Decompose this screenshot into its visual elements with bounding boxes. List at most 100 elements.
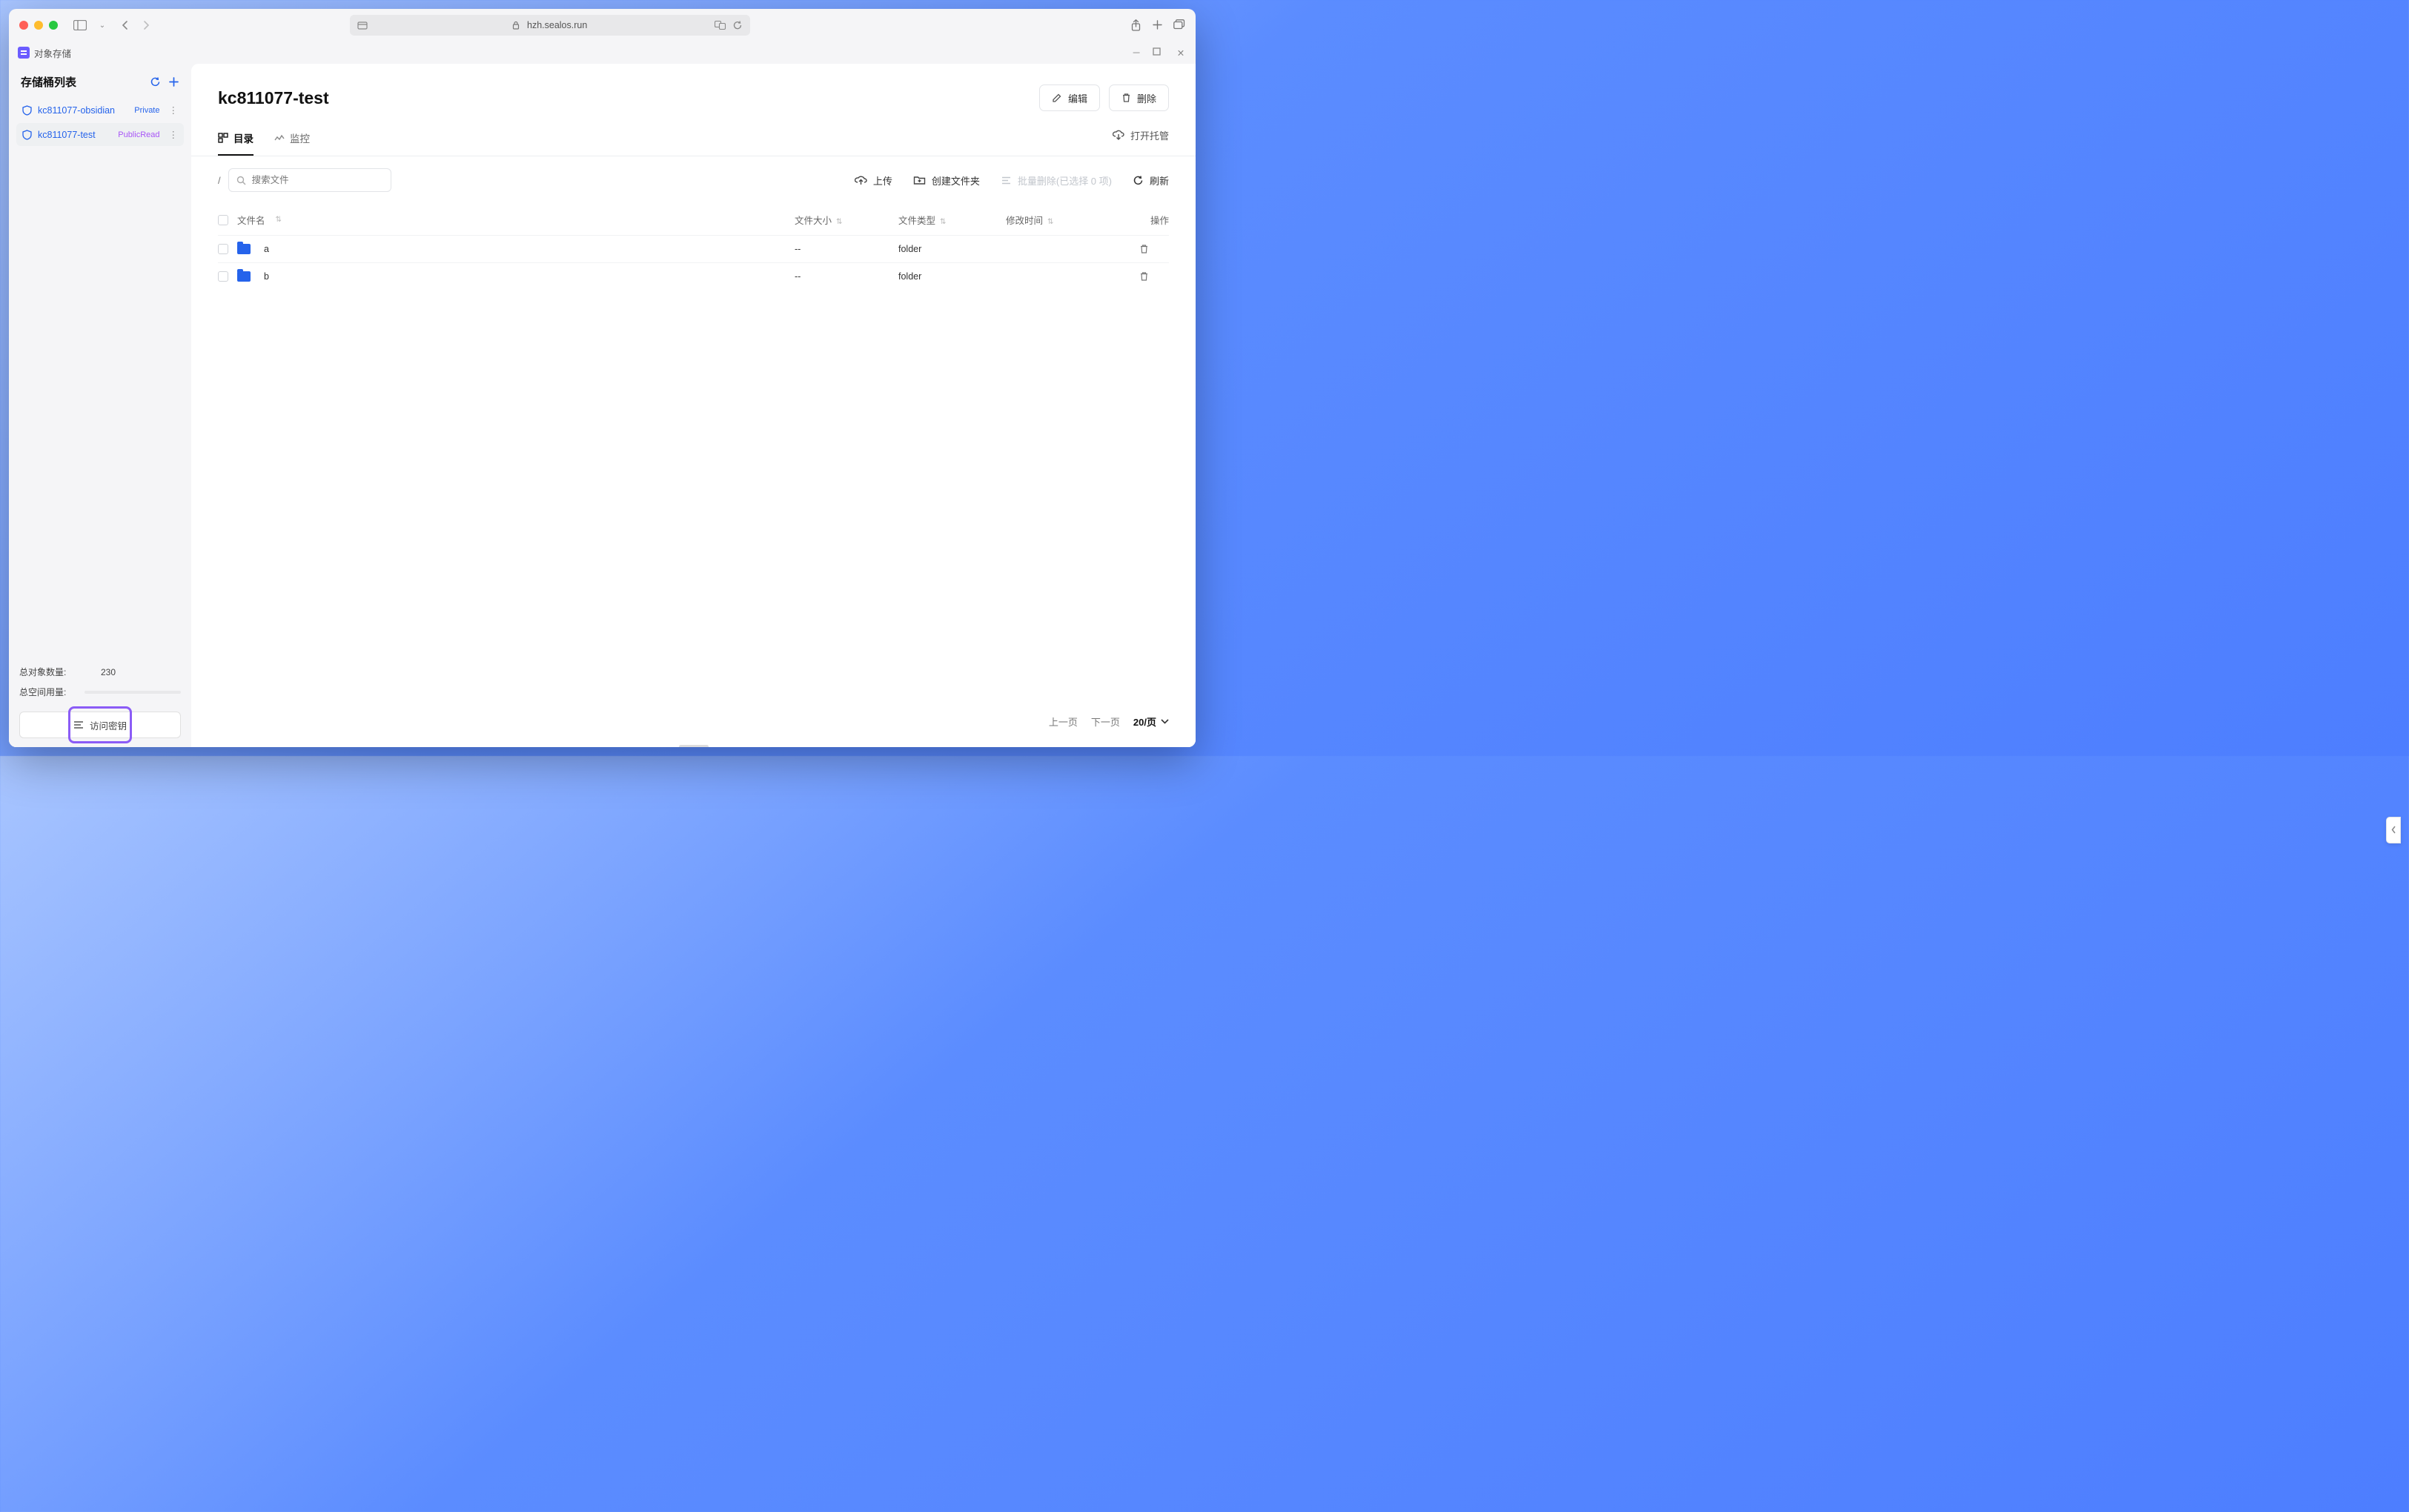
chevron-down-icon (1161, 719, 1169, 724)
bucket-item-obsidian[interactable]: kc811077-obsidian Private ⋮ (16, 99, 184, 122)
site-settings-icon[interactable] (357, 20, 368, 30)
bucket-item-test[interactable]: kc811077-test PublicRead ⋮ (16, 123, 184, 146)
app-minimize-icon[interactable]: ─ (1130, 47, 1142, 59)
delete-row-icon[interactable] (1139, 244, 1169, 254)
app-title: 对象存储 (34, 46, 71, 60)
select-all-checkbox[interactable] (218, 215, 228, 225)
app-frame: 对象存储 ─ ✕ 存储桶列表 (9, 42, 1196, 747)
col-type-header[interactable]: 文件类型 (898, 216, 935, 226)
table-header: 文件名 ⇅ 文件大小 ⇅ 文件类型 ⇅ 修改时间 ⇅ 操作 (218, 204, 1169, 235)
nav-forward-icon[interactable] (138, 16, 156, 34)
tab-overview-icon[interactable] (1173, 19, 1185, 32)
row-checkbox[interactable] (218, 271, 228, 282)
delete-row-icon[interactable] (1139, 271, 1169, 282)
shield-icon (22, 130, 32, 140)
prev-page-button[interactable]: 上一页 (1049, 714, 1078, 729)
next-page-button[interactable]: 下一页 (1091, 714, 1120, 729)
hosting-icon (1113, 130, 1124, 140)
window-zoom-icon[interactable] (49, 21, 58, 30)
file-type: folder (898, 271, 1006, 282)
traffic-lights (19, 21, 58, 30)
file-size: -- (795, 244, 898, 254)
add-bucket-icon[interactable] (168, 76, 179, 87)
edit-button[interactable]: 编辑 (1039, 84, 1100, 111)
app-maximize-icon[interactable] (1153, 47, 1164, 59)
app-titlebar: 对象存储 ─ ✕ (9, 42, 1196, 64)
search-input[interactable] (252, 175, 383, 185)
space-bar (85, 691, 181, 694)
new-tab-icon[interactable] (1152, 19, 1163, 32)
window-minimize-icon[interactable] (34, 21, 43, 30)
batch-delete-button: 批量删除(已选择 0 项) (1001, 173, 1112, 188)
access-key-button[interactable]: 访问密钥 (19, 712, 181, 738)
main-panel: kc811077-test 编辑 删除 (191, 64, 1196, 747)
sort-icon[interactable]: ⇅ (276, 216, 282, 224)
nav-back-icon[interactable] (116, 16, 133, 34)
page-title: kc811077-test (218, 88, 329, 108)
drag-handle-icon[interactable] (679, 745, 709, 747)
sidebar-title: 存储桶列表 (21, 74, 76, 90)
page-size-select[interactable]: 20/页 (1133, 714, 1169, 729)
row-checkbox[interactable] (218, 244, 228, 254)
browser-window: ⌄ hzh.sealos.run (9, 9, 1196, 747)
col-name-header[interactable]: 文件名 (237, 213, 265, 227)
sidebar: 存储桶列表 kc811077 (9, 64, 191, 747)
app-close-icon[interactable]: ✕ (1175, 47, 1187, 59)
window-close-icon[interactable] (19, 21, 28, 30)
upload-button[interactable]: 上传 (855, 173, 892, 188)
translate-icon[interactable] (715, 20, 726, 30)
share-icon[interactable] (1130, 19, 1141, 32)
trash-icon (1121, 93, 1131, 103)
table-row[interactable]: b -- folder (218, 262, 1169, 290)
file-table: 文件名 ⇅ 文件大小 ⇅ 文件类型 ⇅ 修改时间 ⇅ 操作 a -- folder (191, 204, 1196, 290)
create-folder-button[interactable]: 创建文件夹 (913, 173, 980, 188)
stat-objects-value: 230 (101, 667, 116, 677)
open-hosting-button[interactable]: 打开托管 (1113, 128, 1169, 151)
sort-icon[interactable]: ⇅ (836, 218, 842, 226)
sidebar-toggle-icon[interactable] (71, 16, 89, 34)
access-key-label: 访问密钥 (90, 718, 127, 732)
tab-directory[interactable]: 目录 (218, 123, 254, 156)
refresh-buckets-icon[interactable] (150, 76, 161, 87)
batch-icon (1001, 176, 1012, 185)
list-icon (73, 720, 84, 729)
col-mtime-header[interactable]: 修改时间 (1006, 216, 1043, 226)
sidebar-footer: 总对象数量: 230 总空间用量: 访问密钥 (16, 666, 184, 738)
browser-nav: ⌄ (71, 16, 156, 34)
more-icon[interactable]: ⋮ (169, 105, 179, 116)
folder-plus-icon (913, 175, 926, 185)
bucket-name: kc811077-obsidian (38, 105, 131, 116)
col-size-header[interactable]: 文件大小 (795, 216, 832, 226)
stat-objects-label: 总对象数量: (19, 666, 79, 678)
chevron-down-icon[interactable]: ⌄ (93, 16, 111, 34)
bucket-name: kc811077-test (38, 130, 115, 140)
pagination: 上一页 下一页 20/页 (191, 701, 1196, 745)
access-badge: Private (131, 105, 162, 116)
browser-right-actions (1130, 19, 1185, 32)
refresh-icon (1133, 175, 1144, 186)
folder-icon (237, 244, 251, 254)
bucket-list: kc811077-obsidian Private ⋮ kc811077-tes… (16, 99, 184, 146)
search-box[interactable] (228, 168, 391, 192)
access-badge: PublicRead (115, 130, 162, 140)
file-name: b (264, 271, 269, 282)
breadcrumb[interactable]: / (218, 175, 221, 186)
app-icon (18, 47, 30, 59)
reload-icon[interactable] (732, 20, 743, 30)
file-type: folder (898, 244, 1006, 254)
more-icon[interactable]: ⋮ (169, 129, 179, 140)
browser-toolbar: ⌄ hzh.sealos.run (9, 9, 1196, 42)
directory-icon (218, 133, 228, 143)
tab-monitor[interactable]: 监控 (274, 123, 310, 156)
col-op-header: 操作 (1150, 216, 1169, 226)
url-text: hzh.sealos.run (527, 20, 587, 30)
monitor-icon (274, 133, 285, 142)
refresh-button[interactable]: 刷新 (1133, 173, 1169, 188)
sort-icon[interactable]: ⇅ (940, 218, 946, 226)
stat-space-label: 总空间用量: (19, 686, 79, 698)
side-drawer-handle[interactable] (2386, 817, 2401, 843)
url-bar[interactable]: hzh.sealos.run (350, 15, 750, 36)
sort-icon[interactable]: ⇅ (1047, 218, 1053, 226)
table-row[interactable]: a -- folder (218, 235, 1169, 262)
delete-button[interactable]: 删除 (1109, 84, 1169, 111)
